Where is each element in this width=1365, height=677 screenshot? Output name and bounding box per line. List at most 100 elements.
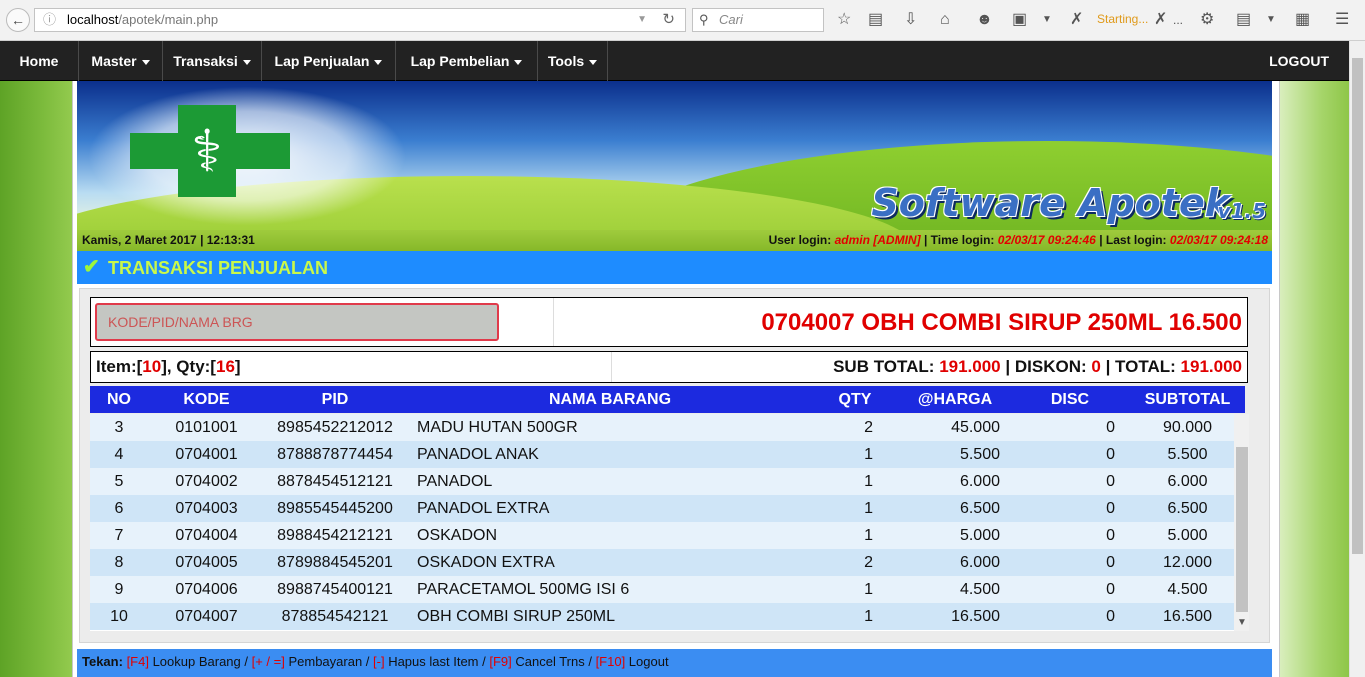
clipboard-icon[interactable]: ▤ [1236,10,1251,30]
bookmark-star-icon[interactable]: ☆ [837,10,851,30]
back-button[interactable]: ← [6,8,30,32]
cell-subtotal: 5.000 [1167,527,1208,544]
table-row[interactable]: 8 0704005 8789884545201 OSKADON EXTRA 2 6.000… [90,549,1234,576]
qty-label: ], Qty:[ [161,357,216,376]
table-row[interactable]: 4 0704001 8788878774454 PANADOL ANAK 1 5.500 0… [90,441,1234,468]
extension-overflow[interactable]: ... [1173,10,1183,30]
shortcut-desc: Logout [625,654,669,669]
cell-pid: 8789884545201 [277,554,393,571]
cell-harga: 5.000 [959,527,1000,544]
shortcut-footer: Tekan: [F4] Lookup Barang / [+ / =] Pemb… [77,649,1272,677]
cell-harga: 6.000 [959,473,1000,490]
cell-kode: 0704002 [175,473,238,490]
check-icon: ✔ [83,256,100,278]
shortcut-desc: Cancel Trns / [511,654,596,669]
site-info-icon[interactable]: ⓘ [43,9,56,31]
download-icon[interactable]: ⇩ [904,10,917,30]
table-scrollbar-thumb[interactable] [1236,447,1248,612]
cell-harga: 6.500 [959,500,1000,517]
date-time: Kamis, 2 Maret 2017 | 12:13:31 [82,233,255,247]
nav-lap-penjualan-label: Lap Penjualan [274,53,370,69]
column-header-nama: NAMA BARANG [548,391,672,408]
nav-tools-label: Tools [547,53,585,69]
puzzle-icon[interactable]: ⚙ [1200,10,1214,30]
sidebar-icon[interactable]: ▦ [1295,10,1310,30]
chevron-down-icon [242,59,251,65]
item-qty-summary: Item:[10], Qty:[16] [96,352,241,382]
cell-subtotal: 6.000 [1167,473,1208,490]
cell-kode: 0704006 [175,581,238,598]
cell-nama: MADU HUTAN 500GR [417,419,578,436]
nav-master[interactable]: Master [79,41,163,81]
cell-harga: 45.000 [951,419,1000,436]
reload-icon[interactable]: ↻ [662,9,675,31]
cell-no: 3 [114,419,124,436]
cell-kode: 0101001 [175,419,238,436]
cell-pid: 8788878774454 [277,446,393,463]
nav-tools[interactable]: Tools [538,41,608,81]
nav-home[interactable]: Home [0,41,79,81]
url-bar[interactable]: ⓘ localhost/apotek/main.php ▼ ↻ [34,8,686,32]
cell-no: 5 [114,473,124,490]
cell-qty: 1 [864,500,873,517]
header-banner: ⚕ Software Apotek v1.5 [77,81,1272,230]
cell-qty: 1 [864,527,873,544]
table-row[interactable]: 3 0101001 8985452212012 MADU HUTAN 500GR 2 45… [90,414,1234,441]
cell-nama: PANADOL [417,473,493,490]
cell-no: 8 [114,554,124,571]
browser-toolbar: ← ⓘ localhost/apotek/main.php ▼ ↻ ⚲ Cari… [0,0,1365,41]
page-scrollbar-thumb[interactable] [1352,58,1363,554]
subtotal-value: 191.000 [939,357,1001,376]
diskon-label: | DISKON: [1005,357,1087,376]
cell-no: 10 [110,608,128,625]
login-info: User login: admin [ADMIN] | Time login: … [769,230,1268,251]
chat-icon[interactable]: ☻ [976,10,993,30]
shortcut-desc: Hapus last Item / [384,654,490,669]
clipboard-dropdown-icon[interactable]: ▼ [1266,10,1276,30]
cell-no: 4 [114,446,124,463]
page-title-bar: ✔ TRANSAKSI PENJUALAN [77,251,1272,284]
cell-disc: 0 [1106,554,1115,571]
cell-nama: OSKADON [417,527,498,544]
nav-lap-pembelian-label: Lap Pembelian [410,53,510,69]
nav-lap-penjualan[interactable]: Lap Penjualan [262,41,396,81]
url-dropdown-icon[interactable]: ▼ [637,9,647,31]
column-header-harga: @HARGA [917,391,993,408]
extension-x-icon[interactable]: ✗ [1070,10,1083,30]
logout-link[interactable]: LOGOUT [1269,41,1329,81]
close-bracket: ] [234,357,241,376]
cell-kode: 0704003 [175,500,238,517]
nav-transaksi[interactable]: Transaksi [163,41,262,81]
table-row[interactable]: 10 0704007 878854542121 OBH COMBI SIRUP 250… [90,603,1234,630]
cell-pid: 8878454512121 [277,473,393,490]
brand-logo: Software Apotek [871,181,1230,225]
column-header-qty: QTY [838,391,872,408]
browser-search-input[interactable]: ⚲ Cari [692,8,824,32]
camera-dropdown-icon[interactable]: ▼ [1042,10,1052,30]
table-row[interactable]: 6 0704003 8985545445200 PANADOL EXTRA 1 6.500… [90,495,1234,522]
camera-icon[interactable]: ▣ [1012,10,1027,30]
app-navbar: Home Master Transaksi Lap Penjualan Lap … [0,41,1365,81]
cell-disc: 0 [1106,419,1115,436]
kode-search-input[interactable]: KODE/PID/NAMA BRG [95,303,499,341]
cell-no: 6 [114,500,124,517]
chevron-down-icon [514,59,523,65]
item-count: 10 [142,357,162,376]
table-row[interactable]: 5 0704002 8878454512121 PANADOL 1 6.000 0 6.000 [90,468,1234,495]
cell-kode: 0704001 [175,446,238,463]
nav-lap-pembelian[interactable]: Lap Pembelian [396,41,538,81]
table-row[interactable]: 9 0704006 8988745400121 PARACETAMOL 500MG I… [90,576,1234,603]
reading-list-icon[interactable]: ▤ [868,10,883,30]
shortcut-key-minus: [-] [373,654,385,669]
cell-nama: OBH COMBI SIRUP 250ML [417,608,615,625]
user-login-value: admin [ADMIN] [834,233,921,247]
table-row[interactable]: 7 0704004 8988454212121 OSKADON 1 5.000 0 5.000 [90,522,1234,549]
scroll-down-icon[interactable]: ▼ [1236,616,1248,630]
qty-count: 16 [215,357,235,376]
menu-icon[interactable]: ☰ [1335,10,1349,30]
cell-qty: 1 [864,581,873,598]
shortcut-desc: Pembayaran / [284,654,374,669]
cell-subtotal: 4.500 [1167,581,1208,598]
extension-x2-icon[interactable]: ✗ [1154,10,1167,30]
home-icon[interactable]: ⌂ [940,10,950,30]
